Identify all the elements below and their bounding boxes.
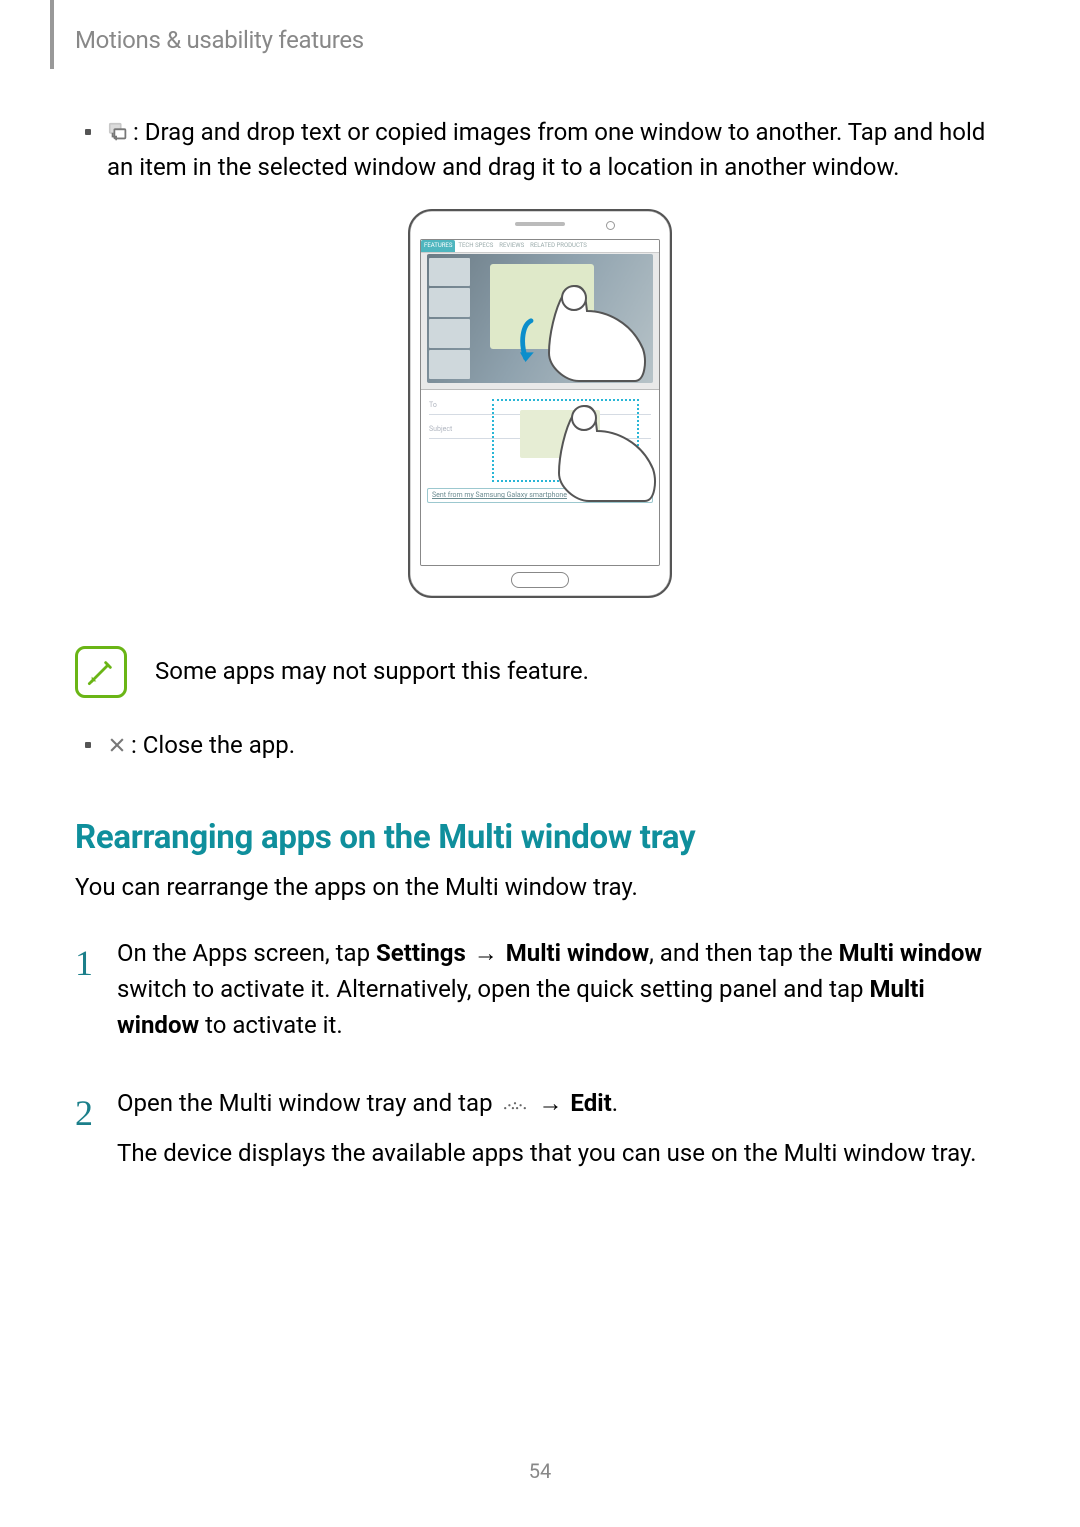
drag-arrow-icon	[517, 318, 545, 373]
phone-screen: FEATURES TECH SPECS REVIEWS RELATED PROD…	[420, 239, 660, 566]
bullet-dot-icon	[85, 742, 91, 748]
tab-techspecs: TECH SPECS	[455, 240, 496, 253]
phone-camera-icon	[606, 221, 615, 230]
step-2-text-line2: The device displays the available apps t…	[117, 1135, 1005, 1171]
bullet-dot-icon	[85, 129, 91, 135]
section-heading-rearranging: Rearranging apps on the Multi window tra…	[75, 814, 1005, 862]
dropped-image	[520, 410, 600, 457]
step-2-text-line1: Open the Multi window tray and tap → Edi…	[117, 1085, 1005, 1123]
photo-area	[427, 254, 653, 384]
step-1-number: 1	[75, 945, 117, 1055]
step-1-text: On the Apps screen, tap Settings → Multi…	[117, 935, 1005, 1043]
section-intro: You can rearrange the apps on the Multi …	[75, 870, 1005, 905]
bullet-drag-drop: : Drag and drop text or copied images fr…	[85, 115, 1005, 185]
tab-features: FEATURES	[421, 240, 455, 253]
tab-related: RELATED PRODUCTS	[527, 240, 590, 253]
home-button-icon	[511, 572, 569, 588]
section-header: Motions & usability features	[75, 26, 364, 54]
note-block: Some apps may not support this feature.	[75, 646, 1005, 698]
note-text: Some apps may not support this feature.	[155, 654, 589, 689]
phone-illustration: FEATURES TECH SPECS REVIEWS RELATED PROD…	[408, 209, 672, 598]
page-number: 54	[0, 1459, 1080, 1483]
close-app-text: : Close the app.	[131, 728, 295, 763]
tab-reviews: REVIEWS	[496, 240, 527, 253]
more-options-icon	[501, 1087, 529, 1123]
step-1: 1 On the Apps screen, tap Settings → Mul…	[75, 935, 1005, 1055]
note-icon	[75, 646, 127, 698]
drag-drop-illustration: FEATURES TECH SPECS REVIEWS RELATED PROD…	[75, 209, 1005, 598]
drop-target-outline	[492, 399, 639, 482]
drag-drop-icon	[107, 121, 129, 143]
bullet-drag-drop-text: : Drag and drop text or copied images fr…	[107, 118, 985, 181]
step-2-number: 2	[75, 1095, 117, 1183]
close-icon	[107, 735, 127, 755]
email-signature: Sent from my Samsung Galaxy smartphone	[427, 488, 653, 502]
thumbnail-sidebar	[429, 258, 470, 380]
step-2: 2 Open the Multi window tray and tap	[75, 1085, 1005, 1183]
screen-bottom-window: To Subject Sent from my Samsung Galaxy s…	[421, 389, 659, 566]
bullet-close-app: : Close the app.	[85, 728, 1005, 763]
screen-top-window: FEATURES TECH SPECS REVIEWS RELATED PROD…	[421, 240, 659, 390]
phone-speaker-icon	[515, 222, 565, 226]
header-vertical-rule	[50, 0, 54, 69]
